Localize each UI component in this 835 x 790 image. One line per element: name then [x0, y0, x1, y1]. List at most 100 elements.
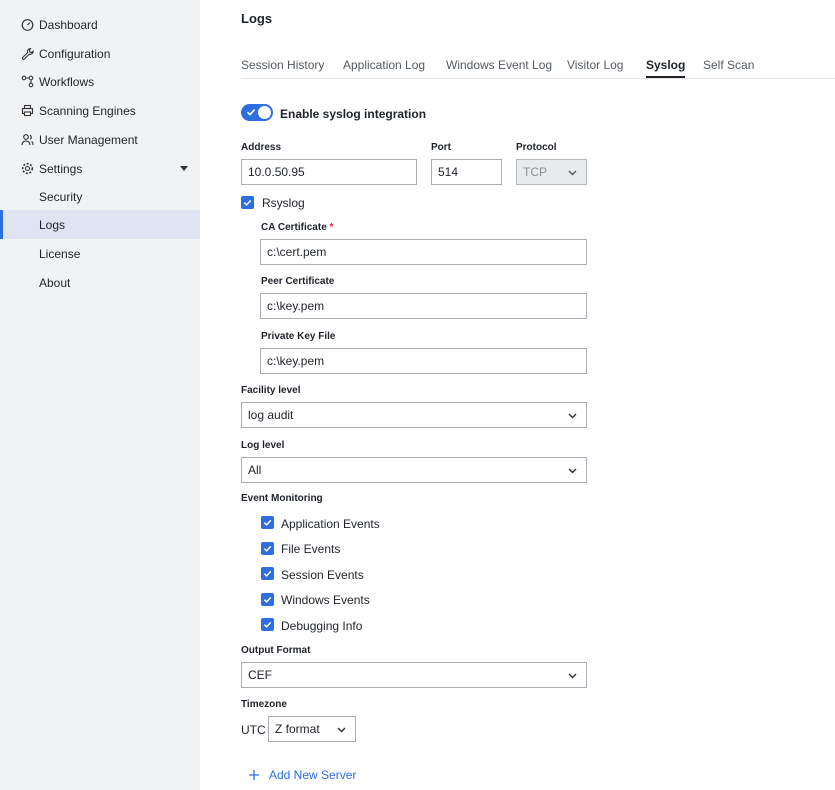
sidebar-item-user-management[interactable]: User Management [0, 125, 200, 154]
peer-certificate-label: Peer Certificate [261, 276, 335, 287]
sidebar-item-label: Security [39, 189, 83, 204]
session-events-checkbox[interactable] [261, 567, 274, 580]
sidebar-item-license[interactable]: License [0, 239, 200, 268]
rsyslog-checkbox[interactable] [241, 196, 254, 209]
tab-self-scan[interactable]: Self Scan [703, 58, 754, 72]
protocol-label: Protocol [516, 142, 557, 153]
dashboard-icon [21, 19, 34, 31]
check-icon [263, 596, 272, 603]
sidebar-item-label: Settings [39, 161, 83, 176]
sidebar-item-security[interactable]: Security [0, 182, 200, 211]
gear-icon [21, 162, 34, 175]
chevron-down-icon [568, 170, 577, 176]
chevron-down-icon [568, 673, 577, 679]
chevron-down-icon [180, 166, 188, 171]
ca-certificate-label: CA Certificate * [261, 222, 333, 233]
windows-events-label: Windows Events [281, 593, 370, 607]
chevron-down-icon [568, 468, 577, 474]
sidebar-item-settings[interactable]: Settings [0, 154, 200, 183]
log-level-value: All [248, 463, 262, 477]
protocol-value: TCP [523, 165, 547, 179]
timezone-format-value: Z format [275, 722, 320, 736]
sidebar-item-configuration[interactable]: Configuration [0, 39, 200, 68]
log-level-select[interactable]: All [241, 457, 587, 483]
address-label: Address [241, 142, 282, 153]
sidebar-item-scanning-engines[interactable]: Scanning Engines [0, 96, 200, 125]
facility-level-select[interactable]: log audit [241, 402, 587, 428]
utc-label: UTC [241, 723, 266, 737]
port-input[interactable]: 514 [431, 159, 502, 185]
tab-syslog[interactable]: Syslog [646, 58, 686, 78]
check-icon [263, 570, 272, 577]
address-value: 10.0.50.95 [248, 165, 305, 179]
peer-certificate-input[interactable]: c:\key.pem [260, 293, 587, 319]
page-title: Logs [241, 11, 273, 26]
protocol-select: TCP [516, 159, 587, 185]
private-key-input[interactable]: c:\key.pem [260, 348, 587, 374]
add-new-server-button[interactable]: Add New Server [248, 768, 356, 782]
ca-certificate-value: c:\cert.pem [267, 245, 327, 259]
sidebar-item-dashboard[interactable]: Dashboard [0, 10, 200, 39]
facility-level-value: log audit [248, 408, 294, 422]
port-value: 514 [438, 165, 459, 179]
sidebar-item-logs[interactable]: Logs [0, 210, 200, 239]
workflow-icon [21, 75, 34, 88]
private-key-label: Private Key File [261, 331, 336, 342]
address-input[interactable]: 10.0.50.95 [241, 159, 417, 185]
sidebar-item-label: Configuration [39, 46, 111, 61]
port-label: Port [431, 142, 451, 153]
ca-certificate-label-text: CA Certificate [261, 222, 327, 233]
peer-certificate-value: c:\key.pem [267, 299, 325, 313]
event-monitoring-label: Event Monitoring [241, 493, 323, 504]
log-level-label: Log level [241, 440, 285, 451]
output-format-select[interactable]: CEF [241, 662, 587, 688]
private-key-value: c:\key.pem [267, 354, 325, 368]
check-icon [246, 109, 256, 116]
tab-windows-event-log[interactable]: Windows Event Log [446, 58, 552, 72]
plus-icon [249, 770, 259, 780]
application-events-checkbox[interactable] [261, 516, 274, 529]
toggle-label: Enable syslog integration [280, 107, 427, 121]
timezone-label: Timezone [241, 699, 287, 710]
file-events-checkbox[interactable] [261, 542, 274, 555]
add-new-server-label: Add New Server [269, 768, 357, 782]
sidebar-item-about[interactable]: About [0, 268, 200, 297]
tab-application-log[interactable]: Application Log [343, 58, 425, 72]
wrench-icon [21, 47, 34, 60]
sidebar-item-label: Logs [39, 217, 66, 232]
ca-certificate-input[interactable]: c:\cert.pem [260, 239, 587, 265]
tab-visitor-log[interactable]: Visitor Log [567, 58, 623, 72]
session-events-label: Session Events [281, 568, 364, 582]
sidebar: Dashboard Configuration Workflows Scanni… [0, 0, 200, 790]
debugging-info-label: Debugging Info [281, 619, 363, 633]
check-icon [263, 621, 272, 628]
timezone-format-select[interactable]: Z format [268, 716, 356, 742]
toggle-knob [258, 106, 271, 119]
users-icon [21, 134, 34, 146]
syslog-enable-toggle[interactable] [241, 104, 273, 121]
chevron-down-icon [337, 727, 346, 733]
facility-level-label: Facility level [241, 385, 301, 396]
tab-bar: Session History Application Log Windows … [241, 56, 835, 79]
printer-icon [21, 104, 34, 117]
check-icon [243, 199, 252, 206]
check-icon [263, 519, 272, 526]
sidebar-item-label: Workflows [39, 74, 95, 89]
check-icon [263, 545, 272, 552]
required-marker: * [329, 222, 334, 233]
application-events-label: Application Events [281, 517, 380, 531]
sidebar-item-label: Scanning Engines [39, 103, 136, 118]
tab-session-history[interactable]: Session History [241, 58, 324, 72]
sidebar-item-label: About [39, 275, 71, 290]
debugging-info-checkbox[interactable] [261, 618, 274, 631]
windows-events-checkbox[interactable] [261, 593, 274, 606]
rsyslog-label: Rsyslog [262, 196, 305, 210]
chevron-down-icon [568, 413, 577, 419]
output-format-label: Output Format [241, 645, 311, 656]
sidebar-item-label: License [39, 246, 81, 261]
file-events-label: File Events [281, 542, 341, 556]
output-format-value: CEF [248, 668, 272, 682]
sidebar-item-label: Dashboard [39, 17, 98, 32]
sidebar-item-workflows[interactable]: Workflows [0, 67, 200, 96]
sidebar-item-label: User Management [39, 132, 138, 147]
